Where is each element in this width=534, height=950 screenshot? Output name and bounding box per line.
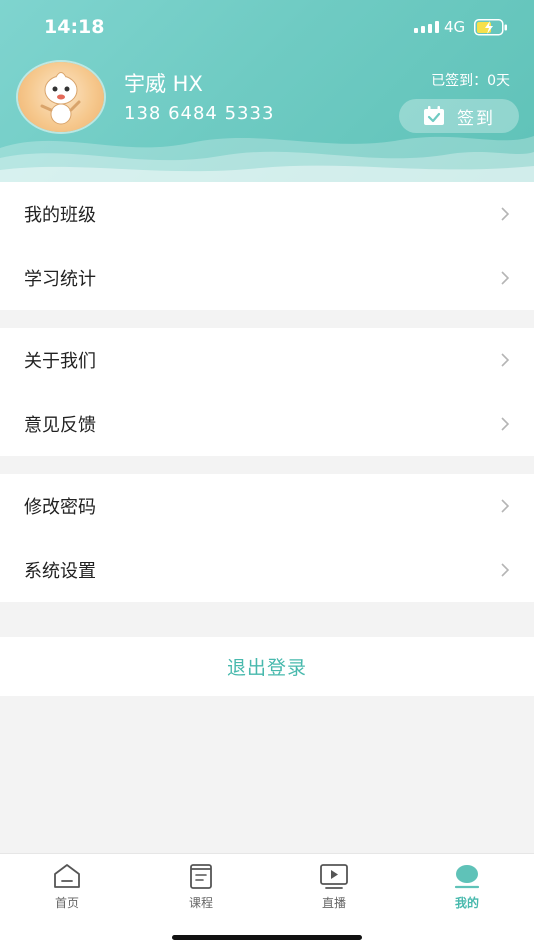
menu-item-system-settings[interactable]: 系统设置	[0, 538, 534, 602]
username: 宇威 HX	[124, 72, 203, 96]
tab-home[interactable]: 首页	[27, 862, 107, 916]
tab-profile[interactable]: 我的	[427, 862, 507, 916]
battery-charging-icon	[474, 19, 507, 36]
book-icon	[190, 864, 212, 889]
tab-label: 我的	[454, 896, 479, 910]
tab-label: 课程	[188, 896, 213, 910]
phone-number: 138 6484 5333	[124, 103, 275, 124]
menu-item-label: 修改密码	[24, 497, 96, 518]
tab-courses[interactable]: 课程	[161, 862, 241, 916]
cartoon-character-icon	[40, 72, 81, 125]
tab-label: 首页	[54, 896, 79, 910]
checkin-days: 已签到：0天	[431, 73, 510, 89]
logout-label: 退出登录	[226, 657, 307, 679]
home-indicator	[172, 935, 362, 940]
menu-group-settings: 修改密码 系统设置	[0, 474, 534, 602]
menu-item-about-us[interactable]: 关于我们	[0, 328, 534, 392]
chevron-right-icon	[501, 207, 510, 221]
chevron-right-icon	[501, 417, 510, 431]
menu-item-my-class[interactable]: 我的班级	[0, 182, 534, 246]
menu-group-about: 关于我们 意见反馈	[0, 328, 534, 456]
tab-live[interactable]: 直播	[294, 862, 374, 916]
play-icon	[320, 864, 348, 889]
calendar-check-icon	[424, 106, 444, 125]
menu-item-label: 意见反馈	[24, 415, 96, 436]
menu-item-study-stats[interactable]: 学习统计	[0, 246, 534, 310]
menu-item-label: 我的班级	[24, 205, 96, 226]
menu-item-change-password[interactable]: 修改密码	[0, 474, 534, 538]
avatar[interactable]	[18, 62, 104, 132]
home-icon	[54, 864, 80, 888]
logout-button[interactable]: 退出登录	[0, 637, 534, 696]
menu-item-feedback[interactable]: 意见反馈	[0, 392, 534, 456]
checkin-button-label: 签到	[457, 108, 495, 129]
checkin-button[interactable]: 签到	[399, 99, 519, 133]
menu-group-class: 我的班级 学习统计	[0, 182, 534, 310]
status-time: 14:18	[44, 16, 105, 38]
chevron-right-icon	[501, 271, 510, 285]
signal-icon	[414, 21, 439, 33]
profile-header: 14:18 4G 宇威 HX 138 6484 5333 已签到：0天 签到	[0, 0, 534, 182]
menu-item-label: 关于我们	[24, 351, 96, 372]
chevron-right-icon	[501, 353, 510, 367]
chevron-right-icon	[501, 563, 510, 577]
profile-icon	[454, 865, 480, 889]
menu-item-label: 系统设置	[24, 561, 96, 582]
chevron-right-icon	[501, 499, 510, 513]
network-type: 4G	[444, 18, 466, 36]
tab-label: 直播	[321, 896, 346, 910]
status-bar: 14:18 4G	[0, 0, 534, 56]
menu-item-label: 学习统计	[24, 269, 96, 290]
